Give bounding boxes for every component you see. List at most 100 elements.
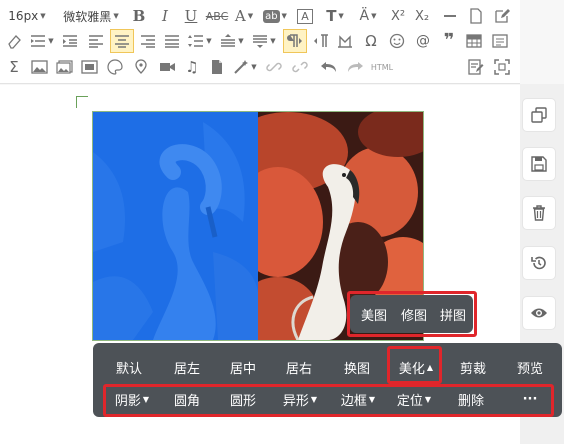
align-right-image-button[interactable]: 居右 — [273, 350, 325, 384]
chevron-down-icon: ▼ — [247, 12, 254, 20]
redo-button[interactable] — [344, 55, 366, 79]
align-left-button[interactable] — [86, 29, 106, 53]
link-icon — [266, 62, 282, 72]
crop-button[interactable]: 剪裁 — [447, 350, 499, 384]
quote-icon: ❞ — [443, 30, 455, 51]
blockquote-button[interactable]: ❞ — [439, 29, 459, 53]
background-button[interactable] — [104, 55, 126, 79]
paragraph-format-button[interactable]: ▼ — [28, 29, 56, 53]
screenshot-button[interactable] — [78, 55, 100, 79]
italic-icon: I — [162, 7, 168, 25]
text-border-button[interactable]: A — [294, 4, 316, 28]
code-block-icon — [492, 34, 508, 48]
indent-button[interactable] — [60, 29, 80, 53]
highlight-beautify-button — [387, 346, 442, 384]
copy-button[interactable] — [522, 98, 556, 132]
delete-button[interactable] — [522, 196, 556, 230]
image-align-button[interactable] — [335, 29, 355, 53]
music-button[interactable]: ♫ — [181, 55, 203, 79]
emoticon-button[interactable] — [387, 29, 407, 53]
spacing-top-icon — [221, 34, 236, 47]
special-char-button[interactable]: Ω — [361, 29, 381, 53]
video-button[interactable] — [156, 55, 178, 79]
toolbar-row-1: 16px ▼ 微软雅黑 ▼ B I U ABC A ▼ ab ▼ A T ▼ Ä ▼ — [0, 2, 520, 30]
align-right-icon — [141, 35, 155, 48]
font-scale-button[interactable]: Ä ▼ — [354, 4, 382, 28]
spacing-bottom-icon — [253, 35, 268, 48]
music-note-icon: ♫ — [185, 58, 199, 76]
magic-wand-button[interactable]: ▼ — [231, 55, 259, 79]
save-button[interactable] — [522, 147, 556, 181]
align-justify-button[interactable] — [162, 29, 182, 53]
chevron-down-icon: ▼ — [371, 12, 377, 20]
ltr-direction-button[interactable] — [283, 29, 307, 53]
highlight-icon: ab — [263, 9, 280, 23]
link-button[interactable] — [264, 55, 284, 79]
mention-button[interactable]: @ — [413, 29, 433, 53]
bold-button[interactable]: B — [128, 4, 150, 28]
line-height-icon — [188, 35, 204, 47]
blue-tinted-image-half — [93, 112, 258, 340]
background-color-button[interactable]: ab ▼ — [262, 4, 288, 28]
redo-icon — [348, 62, 363, 72]
text-t-icon: T — [326, 7, 337, 25]
align-center-button[interactable] — [110, 29, 134, 53]
html-mode-button[interactable]: HTML — [370, 55, 394, 79]
edit-source-button[interactable] — [492, 4, 512, 28]
eraser-button[interactable] — [4, 29, 24, 53]
align-right-button[interactable] — [138, 29, 158, 53]
sigma-icon: Σ — [9, 58, 19, 76]
history-icon — [531, 256, 546, 270]
unlink-button[interactable] — [290, 55, 310, 79]
fullscreen-button[interactable] — [492, 55, 512, 79]
insert-multi-image-button[interactable] — [53, 55, 75, 79]
letter-spacing-icon: Ä — [359, 8, 370, 24]
replace-image-button[interactable]: 换图 — [331, 350, 383, 384]
font-size-value: 16px — [8, 9, 39, 23]
formula-button[interactable]: Σ — [4, 55, 24, 79]
template-button[interactable] — [466, 55, 486, 79]
image-toolbar-row-1: 默认 居左 居中 居右 换图 美化 ▲ 剪裁 预览 — [93, 350, 562, 384]
subscript-icon: X₂ — [414, 8, 430, 24]
minus-icon — [444, 15, 456, 17]
paragraph-spacing-top-button[interactable]: ▼ — [218, 29, 246, 53]
copy-icon — [531, 107, 547, 123]
font-size-select[interactable]: 16px ▼ — [4, 4, 50, 28]
content-corner-marker — [76, 96, 88, 108]
superscript-icon: X² — [390, 8, 406, 24]
gallery-icon — [55, 60, 73, 74]
strikethrough-button[interactable]: ABC — [206, 4, 229, 28]
align-left-image-button[interactable]: 居左 — [161, 350, 213, 384]
horizontal-rule-button[interactable] — [440, 4, 460, 28]
code-button[interactable] — [490, 29, 510, 53]
rtl-direction-button[interactable] — [311, 29, 331, 53]
table-button[interactable] — [464, 29, 484, 53]
undo-button[interactable] — [318, 55, 340, 79]
history-button[interactable] — [522, 246, 556, 280]
paragraph-spacing-bottom-button[interactable]: ▼ — [250, 29, 278, 53]
attachment-button[interactable] — [206, 55, 228, 79]
subscript-button[interactable]: X₂ — [412, 4, 432, 28]
preview-image-button[interactable]: 预览 — [503, 350, 557, 384]
highlight-beautify-submenu — [347, 291, 477, 337]
eraser-icon — [8, 35, 21, 49]
insert-image-button[interactable] — [28, 55, 50, 79]
align-default-button[interactable]: 默认 — [103, 350, 155, 384]
underline-button[interactable]: U — [180, 4, 202, 28]
paragraph-ltr-icon — [287, 34, 302, 47]
map-pin-icon — [135, 59, 147, 74]
font-color-button[interactable]: A ▼ — [232, 4, 256, 28]
chevron-down-icon: ▼ — [206, 37, 212, 45]
toolbar-row-3: Σ ♫ ▼ HTML — [0, 53, 520, 81]
font-family-select[interactable]: 微软雅黑 ▼ — [58, 4, 124, 28]
new-document-button[interactable] — [466, 4, 486, 28]
superscript-button[interactable]: X² — [388, 4, 408, 28]
table-icon — [466, 34, 482, 48]
preview-button[interactable] — [522, 296, 556, 330]
chevron-down-icon: ▼ — [238, 37, 244, 45]
text-style-button[interactable]: T ▼ — [322, 4, 348, 28]
map-button[interactable] — [130, 55, 152, 79]
line-height-button[interactable]: ▼ — [186, 29, 214, 53]
italic-button[interactable]: I — [154, 4, 176, 28]
align-center-image-button[interactable]: 居中 — [217, 350, 269, 384]
